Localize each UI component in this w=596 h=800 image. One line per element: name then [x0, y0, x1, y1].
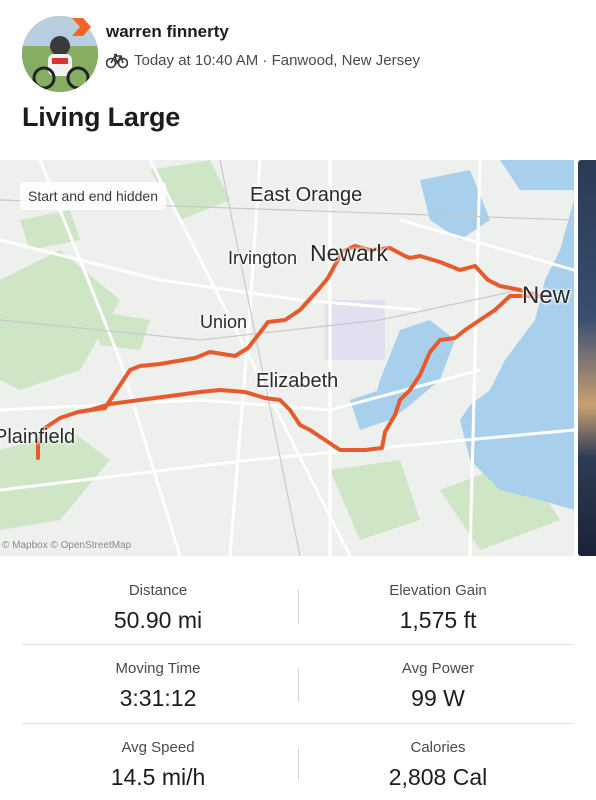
airport-area — [325, 300, 385, 360]
activity-datetime-location: Today at 10:40 AM · Fanwood, New Jersey — [134, 52, 420, 69]
stat-moving-time: Moving Time 3:31:12 — [18, 660, 298, 712]
stat-value: 3:31:12 — [119, 685, 197, 711]
stat-label: Avg Power — [401, 660, 475, 677]
stat-value: 99 W — [411, 685, 465, 711]
subscriber-badge-icon — [72, 18, 91, 36]
activity-stats: Distance 50.90 mi Elevation Gain 1,575 f… — [0, 560, 596, 800]
map-label-new: New — [522, 282, 571, 309]
stat-label: Avg Speed — [121, 739, 195, 756]
stat-label: Moving Time — [115, 660, 201, 677]
stat-elevation-gain: Elevation Gain 1,575 ft — [298, 582, 578, 634]
activity-title[interactable]: Living Large — [22, 102, 180, 133]
activity-header: warren finnerty Today at 10:40 AM · Fanw… — [0, 0, 596, 160]
stat-avg-speed: Avg Speed 14.5 mi/h — [18, 739, 298, 791]
privacy-hidden-label: Start and end hidden — [20, 182, 166, 210]
map-label-irvington: Irvington — [228, 248, 298, 268]
bicycle-icon — [106, 53, 128, 68]
stat-avg-power: Avg Power 99 W — [298, 660, 578, 712]
stat-value: 1,575 ft — [399, 607, 477, 633]
activity-photo-thumbnail[interactable] — [578, 160, 596, 556]
activity-meta: Today at 10:40 AM · Fanwood, New Jersey — [106, 52, 420, 69]
route-map[interactable]: East Orange Irvington Newark Union Eliza… — [0, 160, 574, 556]
map-label-elizabeth: Elizabeth — [256, 370, 339, 392]
map-attribution[interactable]: © Mapbox © OpenStreetMap — [2, 540, 131, 551]
map-label-newark: Newark — [310, 240, 388, 266]
map-label-union: Union — [200, 312, 248, 332]
athlete-name[interactable]: warren finnerty — [106, 22, 229, 42]
stat-calories: Calories 2,808 Cal — [298, 739, 578, 791]
stat-value: 50.90 mi — [113, 607, 203, 633]
row-divider — [22, 644, 574, 645]
map-label-plainfield: Plainfield — [0, 426, 76, 448]
stat-label: Distance — [128, 582, 188, 599]
row-divider — [22, 723, 574, 724]
map-canvas — [0, 160, 574, 556]
stat-label: Elevation Gain — [389, 582, 487, 599]
stat-value: 2,808 Cal — [388, 764, 488, 790]
map-label-east-orange: East Orange — [250, 184, 363, 206]
stat-distance: Distance 50.90 mi — [18, 582, 298, 634]
stat-value: 14.5 mi/h — [110, 764, 206, 790]
stat-label: Calories — [410, 739, 466, 756]
